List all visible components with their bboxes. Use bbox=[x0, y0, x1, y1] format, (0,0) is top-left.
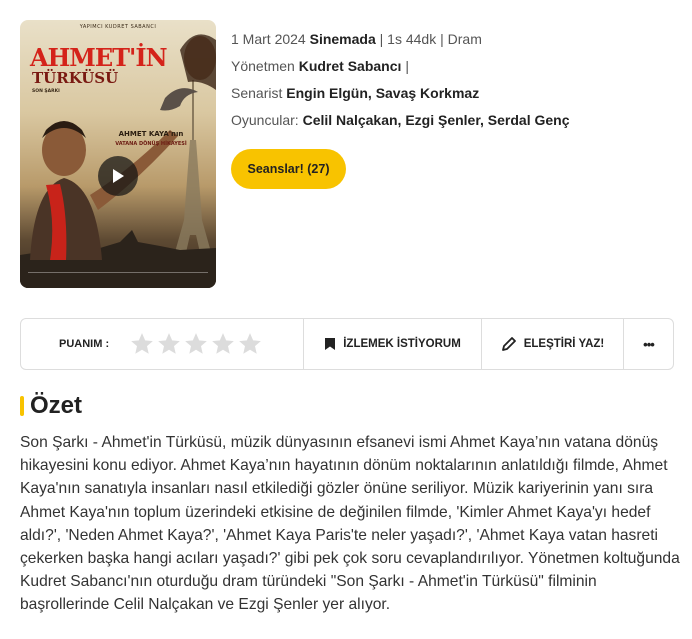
poster-small-text: SON ŞARKI bbox=[32, 89, 60, 94]
review-label: ELEŞTİRİ YAZ! bbox=[523, 338, 605, 350]
star-icon[interactable] bbox=[210, 331, 236, 357]
summary-header: Özet bbox=[20, 392, 82, 420]
separator: | bbox=[440, 31, 444, 47]
director-line: Yönetmen Kudret Sabancı | bbox=[231, 55, 570, 82]
write-review-button[interactable]: ELEŞTİRİ YAZ! bbox=[482, 319, 624, 369]
release-date: 1 Mart 2024 bbox=[231, 31, 306, 47]
star-icon[interactable] bbox=[156, 331, 182, 357]
comma: , bbox=[397, 112, 402, 128]
watchlist-label: İZLEMEK İSTİYORUM bbox=[343, 338, 461, 350]
movie-info: 1 Mart 2024 Sinemada | 1s 44dk | Dram Yö… bbox=[231, 28, 570, 136]
watchlist-button[interactable]: İZLEMEK İSTİYORUM bbox=[304, 319, 482, 369]
writer-link[interactable]: Engin Elgün bbox=[286, 85, 368, 101]
director-label: Yönetmen bbox=[231, 58, 295, 74]
comma: , bbox=[367, 85, 372, 101]
separator: | bbox=[405, 58, 409, 74]
poster-subtitle: TÜRKÜSÜ bbox=[32, 69, 119, 87]
more-icon: ••• bbox=[643, 336, 655, 352]
poster-cast-sub: VATANA DÖNÜŞ HİKAYESİ bbox=[115, 141, 187, 147]
more-options-button[interactable]: ••• bbox=[624, 319, 673, 369]
pencil-icon bbox=[501, 337, 516, 351]
star-icon[interactable] bbox=[183, 331, 209, 357]
star-icon[interactable] bbox=[237, 331, 263, 357]
showtimes-button[interactable]: Seanslar! (27) bbox=[231, 149, 346, 189]
summary-text: Son Şarkı - Ahmet'in Türküsü, müzik düny… bbox=[20, 434, 680, 614]
poster-producer-line: YAPIMCI KUDRET SABANCI bbox=[79, 24, 157, 30]
separator: | bbox=[379, 31, 384, 47]
director-link[interactable]: Kudret Sabancı bbox=[299, 58, 402, 74]
play-icon bbox=[113, 169, 124, 183]
accent-bar bbox=[20, 396, 24, 416]
summary-title: Özet bbox=[30, 392, 83, 419]
cast-link[interactable]: Celil Nalçakan bbox=[303, 112, 398, 128]
duration: 1s 44dk bbox=[387, 31, 437, 47]
poster-credits bbox=[28, 272, 208, 282]
bookmark-icon bbox=[325, 338, 336, 350]
movie-poster[interactable]: YAPIMCI KUDRET SABANCI AHMET'İN TÜRKÜSÜ … bbox=[20, 20, 216, 288]
meta-line: 1 Mart 2024 Sinemada | 1s 44dk | Dram bbox=[231, 28, 570, 55]
star-icon[interactable] bbox=[129, 331, 155, 357]
status-label: Sinemada bbox=[309, 31, 376, 47]
cast-label: Oyuncular: bbox=[231, 112, 299, 128]
writer-line: Senarist Engin Elgün, Savaş Korkmaz bbox=[231, 82, 570, 109]
action-bar: PUANIM : İZLEMEK İSTİYORUM ELEŞTİRİ YAZ!… bbox=[20, 318, 674, 370]
writer-link[interactable]: Savaş Korkmaz bbox=[376, 85, 480, 101]
cast-link[interactable]: Ezgi Şenler bbox=[405, 112, 480, 128]
poster-title: AHMET'İN bbox=[30, 43, 168, 72]
cast-link[interactable]: Serdal Genç bbox=[488, 112, 570, 128]
comma: , bbox=[480, 112, 484, 128]
genre: Dram bbox=[447, 31, 482, 47]
rating-section: PUANIM : bbox=[21, 319, 304, 369]
poster-cast-name: AHMET KAYA'nın bbox=[118, 130, 184, 138]
play-trailer-button[interactable] bbox=[98, 156, 138, 196]
writer-label: Senarist bbox=[231, 85, 283, 101]
star-rating[interactable] bbox=[129, 331, 263, 357]
rating-label: PUANIM : bbox=[59, 338, 110, 350]
cast-line: Oyuncular: Celil Nalçakan, Ezgi Şenler, … bbox=[231, 109, 570, 136]
